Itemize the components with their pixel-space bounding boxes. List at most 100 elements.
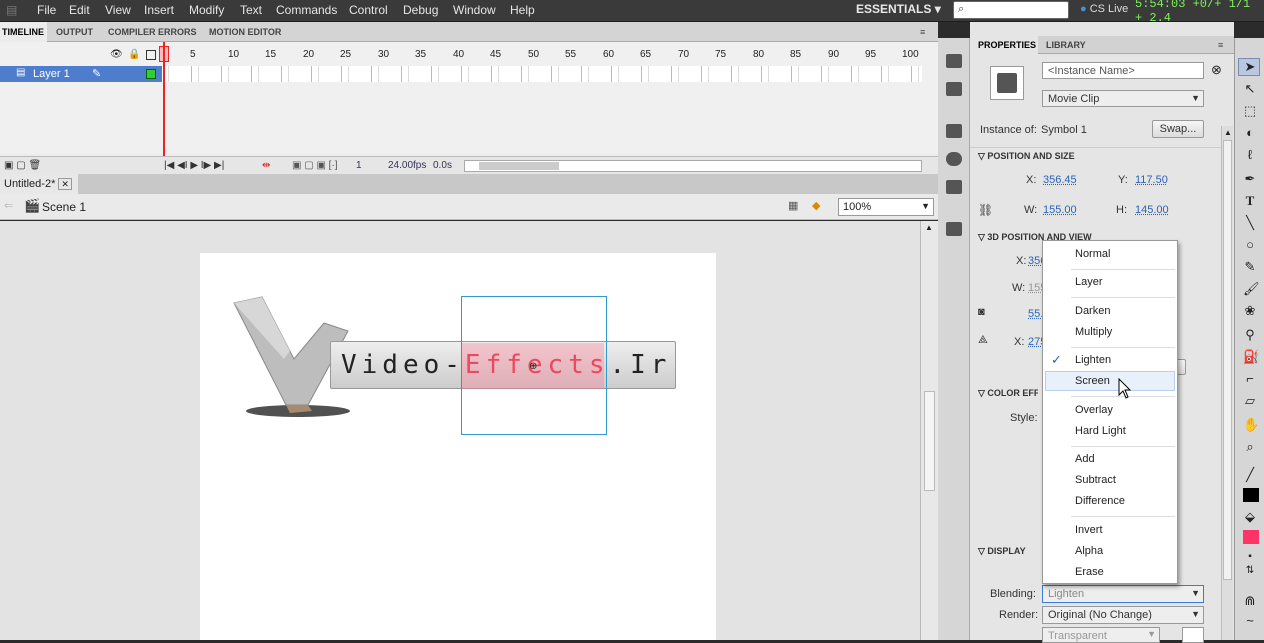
playback-controls[interactable]: |◀ ◀I ▶ I▶ ▶| (164, 160, 224, 171)
line-tool-icon[interactable]: ╲ (1243, 216, 1257, 230)
instance-name-input[interactable]: <Instance Name> (1042, 62, 1204, 79)
new-layer-icon[interactable]: ▣ ▢ 🗑 (4, 160, 41, 171)
menu-insert[interactable]: Insert (144, 3, 174, 17)
lock-icon[interactable]: 🔒 (128, 49, 140, 60)
tab-library[interactable]: LIBRARY (1046, 40, 1086, 50)
eyedropper-tool-icon[interactable]: ⌐ (1243, 372, 1257, 386)
menu-view[interactable]: View (105, 3, 131, 17)
selected-movie-clip[interactable]: ⊕ (461, 296, 607, 435)
option-difference[interactable]: Difference (1075, 495, 1125, 507)
panel-menu-icon[interactable]: ≡ (920, 27, 925, 37)
align-panel-icon[interactable] (946, 124, 962, 138)
menu-control[interactable]: Control (349, 3, 388, 17)
brush-tool-icon[interactable]: 🖌 (1243, 282, 1260, 296)
oval-tool-icon[interactable]: ○ (1243, 238, 1257, 252)
selection-tool-icon[interactable]: ➤ (1243, 60, 1257, 74)
stage[interactable]: Video-Effects.Ir ⊕ (200, 253, 716, 640)
x-value[interactable]: 356.45 (1043, 174, 1077, 186)
option-screen[interactable]: Screen (1075, 375, 1110, 387)
zoom-tool-icon[interactable]: ⌕ (1243, 440, 1257, 454)
outline-icon[interactable] (146, 50, 156, 60)
color-panel-icon[interactable] (946, 54, 962, 68)
document-tab[interactable]: Untitled-2* ✕ (0, 174, 78, 194)
pasteboard[interactable]: Video-Effects.Ir ⊕ (0, 221, 920, 640)
render-select[interactable]: Original (No Change) ▼ (1042, 606, 1204, 624)
menu-window[interactable]: Window (453, 3, 496, 17)
menu-modify[interactable]: Modify (189, 3, 224, 17)
bg-color-swatch[interactable] (1182, 627, 1204, 643)
cs-live-button[interactable]: ● CS Live (1080, 3, 1128, 15)
layer-name[interactable]: Layer 1 (33, 68, 70, 80)
menu-help[interactable]: Help (510, 3, 535, 17)
properties-scroll-thumb[interactable] (1223, 140, 1232, 580)
option-erase[interactable]: Erase (1075, 566, 1104, 578)
edit-symbols-icon[interactable]: ◆ (812, 199, 820, 212)
transform-panel-icon[interactable] (946, 180, 962, 194)
perspective-value[interactable]: 55. (1028, 308, 1043, 320)
info-panel-icon[interactable] (946, 152, 962, 166)
scroll-up-icon[interactable]: ▲ (925, 223, 933, 232)
y-value[interactable]: 117.50 (1135, 174, 1168, 186)
option-alpha[interactable]: Alpha (1075, 545, 1103, 557)
tab-motion-editor[interactable]: MOTION EDITOR (209, 27, 281, 37)
menu-commands[interactable]: Commands (276, 3, 337, 17)
option-overlay[interactable]: Overlay (1075, 404, 1113, 416)
section-color-effect[interactable]: ▽ COLOR EFFECT (978, 388, 1038, 399)
menu-text[interactable]: Text (240, 3, 262, 17)
panel-menu-icon[interactable]: ≡ (1218, 40, 1223, 50)
w-value[interactable]: 155.00 (1043, 204, 1077, 216)
option-layer[interactable]: Layer (1075, 276, 1103, 288)
bone-tool-icon[interactable]: ⚲ (1243, 328, 1257, 342)
tab-output[interactable]: OUTPUT (56, 27, 93, 37)
menu-file[interactable]: File (37, 3, 56, 17)
menu-edit[interactable]: Edit (69, 3, 90, 17)
tab-timeline[interactable]: TIMELINE (2, 27, 44, 37)
option-invert[interactable]: Invert (1075, 524, 1103, 536)
stage-vscroll-thumb[interactable] (924, 391, 935, 491)
section-display[interactable]: ▽ DISPLAY (978, 546, 1026, 557)
option-hard-light[interactable]: Hard Light (1075, 425, 1126, 437)
stroke-color-swatch[interactable] (1243, 488, 1259, 502)
layer-row[interactable]: ▤ Layer 1 ✎ (0, 66, 162, 82)
eraser-tool-icon[interactable]: ▱ (1243, 394, 1257, 408)
paint-bucket-tool-icon[interactable]: ⛽ (1243, 350, 1259, 364)
edit-scene-icon[interactable]: ▦ (788, 199, 798, 212)
workspace-switcher[interactable]: ESSENTIALS ▾ (856, 2, 941, 16)
lasso-tool-icon[interactable]: ℓ (1243, 148, 1257, 162)
app-icon[interactable]: ▤ (6, 3, 17, 17)
stage-vscroll[interactable]: ▲ (920, 221, 938, 640)
swap-colors-icon[interactable]: ⇅ (1243, 564, 1257, 578)
free-transform-tool-icon[interactable]: ⬚ (1243, 104, 1257, 118)
frame-rate[interactable]: 24.00 (388, 160, 413, 171)
zoom-select[interactable]: 100% ▼ (838, 198, 934, 216)
hand-tool-icon[interactable]: ✋ (1243, 418, 1259, 432)
option-normal[interactable]: Normal (1075, 248, 1110, 260)
tab-properties[interactable]: PROPERTIES (978, 40, 1036, 50)
snap-to-objects-icon[interactable]: ⋒ (1243, 594, 1257, 608)
scroll-up-icon[interactable]: ▲ (1224, 128, 1232, 137)
stroke-color-icon[interactable]: ╱ (1243, 468, 1257, 482)
settings-circle-icon[interactable]: ⊗ (1211, 62, 1222, 78)
swap-button[interactable]: Swap... (1152, 120, 1204, 138)
components-panel-icon[interactable] (946, 222, 962, 236)
link-icon[interactable]: ⛓ (978, 203, 993, 217)
layer-outline-swatch[interactable] (146, 69, 156, 79)
pen-tool-icon[interactable]: ✒ (1243, 172, 1257, 186)
symbol-type-select[interactable]: Movie Clip ▼ (1042, 90, 1204, 107)
scene-label[interactable]: Scene 1 (42, 200, 86, 214)
background-select[interactable]: Transparent ▼ (1042, 627, 1160, 643)
section-position-size[interactable]: ▽ POSITION AND SIZE (978, 151, 1075, 162)
default-colors-icon[interactable]: ▪ (1243, 550, 1257, 564)
option-lighten[interactable]: Lighten (1075, 354, 1111, 366)
option-subtract[interactable]: Subtract (1075, 474, 1116, 486)
pencil-tool-icon[interactable]: ✎ (1243, 260, 1257, 274)
fill-color-icon[interactable]: ⬙ (1243, 510, 1257, 524)
option-darken[interactable]: Darken (1075, 305, 1110, 317)
h-value[interactable]: 145.00 (1135, 204, 1169, 216)
option-add[interactable]: Add (1075, 453, 1095, 465)
help-search-input[interactable]: ⌕ (953, 1, 1069, 19)
onion-skin-icons[interactable]: ▣ ▢ ▣ [·] (292, 160, 338, 171)
blending-select[interactable]: Lighten ▼ (1042, 585, 1204, 603)
swatches-panel-icon[interactable] (946, 82, 962, 96)
3d-rotation-tool-icon[interactable]: ◐ (1243, 126, 1257, 140)
